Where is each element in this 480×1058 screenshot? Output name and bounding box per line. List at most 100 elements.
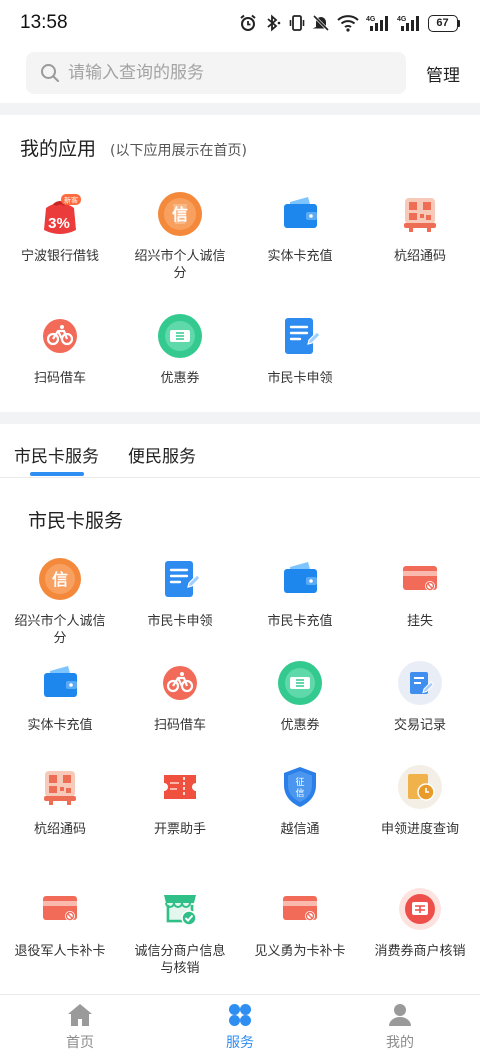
svg-text:4G: 4G [397, 16, 407, 23]
svg-text:征: 征 [295, 777, 304, 788]
app-qr-code[interactable]: 杭绍通码 [360, 190, 480, 282]
signal-4g-icon: 4G [397, 16, 419, 31]
status-time: 13:58 [20, 12, 68, 33]
service-label: 实体卡充值 [27, 718, 93, 733]
active-tab-indicator [30, 472, 84, 476]
section-divider [0, 103, 480, 115]
service-card-recharge[interactable]: 市民卡充值 [240, 555, 360, 659]
service-label: 开票助手 [153, 822, 206, 837]
service-label: 见义勇为卡补卡 [254, 944, 346, 959]
svg-text:4G: 4G [366, 16, 376, 23]
home-icon [68, 1004, 92, 1026]
service-label: 申领进度查询 [380, 822, 459, 837]
app-coupon[interactable]: 优惠券 [120, 312, 240, 387]
svg-text:信: 信 [172, 205, 188, 224]
nav-label: 我的 [386, 1035, 414, 1051]
section-divider [0, 412, 480, 424]
service-card-apply[interactable]: 市民卡申领 [120, 555, 240, 659]
badge-value: 3% [48, 215, 70, 232]
battery-indicator: 67 [427, 14, 460, 32]
battery-level: 67 [427, 14, 458, 32]
card-replace-icon [36, 885, 84, 933]
service-label: 优惠券 [280, 718, 320, 733]
invoice-icon [156, 763, 204, 811]
card-replace-icon [276, 885, 324, 933]
service-coupon[interactable]: 优惠券 [240, 659, 360, 763]
nav-home[interactable]: 首页 [0, 995, 160, 1058]
qr-code-icon [36, 763, 84, 811]
service-invoice-helper[interactable]: 开票助手 [120, 763, 240, 867]
apply-form-icon [156, 555, 204, 603]
svg-text:信: 信 [295, 787, 304, 799]
alarm-icon [239, 14, 256, 31]
wallet-icon [36, 659, 84, 707]
service-label: 退役军人卡补卡 [14, 944, 106, 959]
service-yuexintong[interactable]: 征信 越信通 [240, 763, 360, 867]
app-card-recharge[interactable]: 实体卡充值 [240, 190, 360, 282]
credit-shield-icon: 征信 [276, 763, 324, 811]
qr-code-icon [396, 190, 444, 238]
status-icons: 4G 4G 67 [239, 14, 460, 32]
coupon-icon [276, 659, 324, 707]
app-card-apply[interactable]: 市民卡申领 [240, 312, 360, 387]
service-label: 消费券商户核销 [374, 944, 466, 959]
service-veteran-card-replace[interactable]: 退役军人卡补卡 [0, 885, 120, 971]
app-ningbo-bank-loan[interactable]: 3% 新客 宁波银行借钱 [0, 190, 120, 282]
search-icon [41, 64, 59, 82]
service-progress-query[interactable]: 申领进度查询 [360, 763, 480, 867]
service-credit-score[interactable]: 信 绍兴市个人诚信分 [0, 555, 120, 659]
my-apps-subtitle: (以下应用展示在首页) [110, 143, 247, 159]
credit-score-icon: 信 [156, 190, 204, 238]
wallet-icon [276, 555, 324, 603]
merchant-store-icon [156, 885, 204, 933]
app-label: 宁波银行借钱 [20, 249, 99, 264]
nav-label: 首页 [66, 1035, 94, 1051]
app-label: 市民卡申领 [267, 371, 333, 386]
nav-services[interactable]: 服务 [160, 995, 320, 1058]
service-physical-card-recharge[interactable]: 实体卡充值 [0, 659, 120, 763]
search-row: 管理 [26, 52, 466, 94]
nav-label: 服务 [226, 1035, 254, 1051]
profile-icon [389, 1004, 411, 1026]
bottom-nav: 首页 服务 我的 [0, 994, 480, 1058]
manage-button[interactable]: 管理 [426, 61, 466, 86]
tab-citizen-card[interactable]: 市民卡服务 [14, 442, 99, 467]
bike-icon [156, 659, 204, 707]
app-label: 绍兴市个人诚信分 [134, 249, 226, 281]
wifi-icon [336, 15, 359, 32]
search-box[interactable] [26, 52, 406, 94]
service-report-loss[interactable]: 挂失 [360, 555, 480, 659]
service-heroism-card-replace[interactable]: 见义勇为卡补卡 [240, 885, 360, 971]
signal-4g-icon: 4G [366, 16, 388, 31]
app-label: 杭绍通码 [393, 249, 446, 264]
card-loss-icon [396, 555, 444, 603]
service-transaction-record[interactable]: 交易记录 [360, 659, 480, 763]
services-icon [229, 1004, 251, 1026]
service-merchant-credit[interactable]: 诚信分商户信息与核销 [120, 885, 240, 976]
app-label: 实体卡充值 [267, 249, 333, 264]
svg-text:信: 信 [52, 570, 68, 589]
wallet-icon [276, 190, 324, 238]
app-credit-score[interactable]: 信 绍兴市个人诚信分 [120, 190, 240, 282]
service-qr-code[interactable]: 杭绍通码 [0, 763, 120, 867]
tab-divider [0, 477, 480, 478]
credit-score-icon: 信 [36, 555, 84, 603]
my-apps-grid: 3% 新客 宁波银行借钱 信 绍兴市个人诚信分 实体卡充值 杭绍通码 扫码借车 [0, 190, 480, 387]
service-label: 市民卡申领 [147, 614, 213, 629]
bluetooth-icon [266, 14, 280, 32]
service-bike-rental[interactable]: 扫码借车 [120, 659, 240, 763]
app-bike-rental[interactable]: 扫码借车 [0, 312, 120, 387]
service-label: 扫码借车 [153, 718, 206, 733]
search-input[interactable] [68, 63, 388, 83]
transaction-record-icon [396, 659, 444, 707]
app-label: 扫码借车 [33, 371, 86, 386]
status-bar: 13:58 4G 4G 67 [0, 0, 480, 46]
nav-profile[interactable]: 我的 [320, 995, 480, 1058]
voucher-verify-icon [396, 885, 444, 933]
service-label: 诚信分商户信息与核销 [134, 944, 226, 976]
mute-bell-icon [312, 14, 329, 32]
my-apps-title: 我的应用 [20, 138, 97, 160]
service-voucher-verify[interactable]: 消费券商户核销 [360, 885, 480, 971]
apply-form-icon [276, 312, 324, 360]
tab-convenience[interactable]: 便民服务 [128, 442, 196, 467]
